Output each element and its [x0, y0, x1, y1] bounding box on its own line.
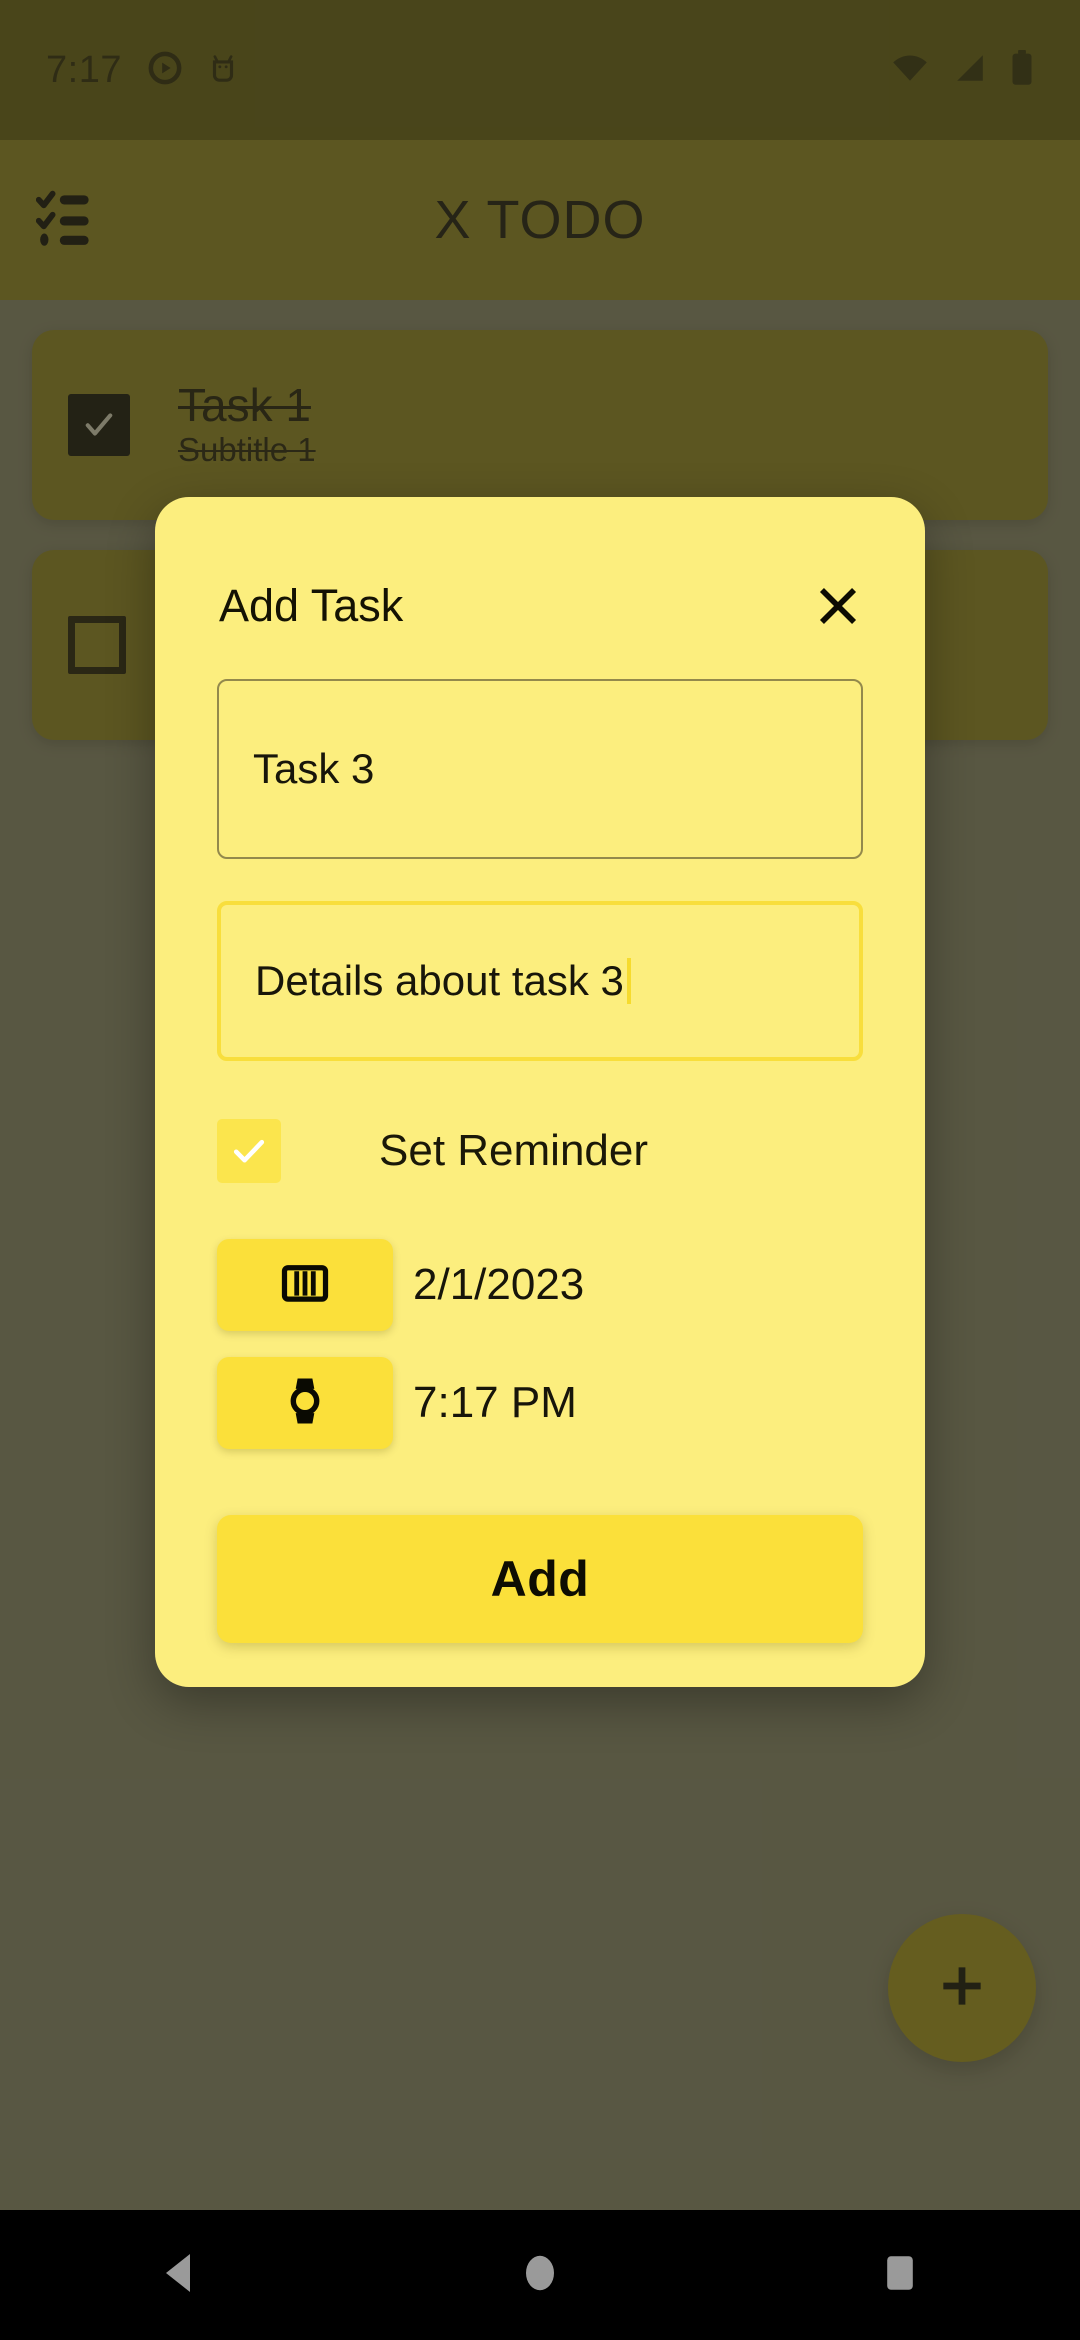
- dialog-title: Add Task: [219, 580, 404, 631]
- recents-button[interactable]: [800, 2210, 1000, 2340]
- date-picker-row: 2/1/2023: [217, 1239, 925, 1331]
- set-reminder-row[interactable]: Set Reminder: [217, 1119, 925, 1183]
- time-picker-button[interactable]: [217, 1357, 393, 1449]
- android-navigation-bar: [0, 2210, 1080, 2340]
- dialog-header: Add Task: [155, 497, 925, 637]
- recents-square-icon: [880, 2251, 920, 2300]
- home-circle-icon: [520, 2251, 560, 2300]
- date-value: 2/1/2023: [413, 1260, 585, 1309]
- back-button[interactable]: [80, 2210, 280, 2340]
- calendar-icon: [278, 1259, 332, 1312]
- close-x-icon[interactable]: [807, 575, 869, 637]
- task-title-input[interactable]: Task 3: [217, 679, 863, 859]
- set-reminder-label: Set Reminder: [379, 1126, 649, 1175]
- add-button[interactable]: Add: [217, 1515, 863, 1643]
- time-value: 7:17 PM: [413, 1378, 577, 1427]
- phone-screen: 7:17 X TODO Task 1 Subtitle 1 Add Task T…: [0, 0, 1080, 2340]
- home-button[interactable]: [440, 2210, 640, 2340]
- add-task-dialog: Add Task Task 3 Details about task 3 Set…: [155, 497, 925, 1687]
- task-title-input-value: Task 3: [253, 745, 375, 792]
- date-picker-button[interactable]: [217, 1239, 393, 1331]
- text-cursor: [626, 958, 631, 1004]
- task-details-input[interactable]: Details about task 3: [217, 901, 863, 1061]
- task-details-input-value: Details about task 3: [255, 957, 624, 1004]
- time-picker-row: 7:17 PM: [217, 1357, 925, 1449]
- add-button-label: Add: [490, 1551, 590, 1607]
- set-reminder-checkbox[interactable]: [217, 1119, 281, 1183]
- back-triangle-icon: [160, 2251, 200, 2300]
- watch-icon: [282, 1375, 328, 1432]
